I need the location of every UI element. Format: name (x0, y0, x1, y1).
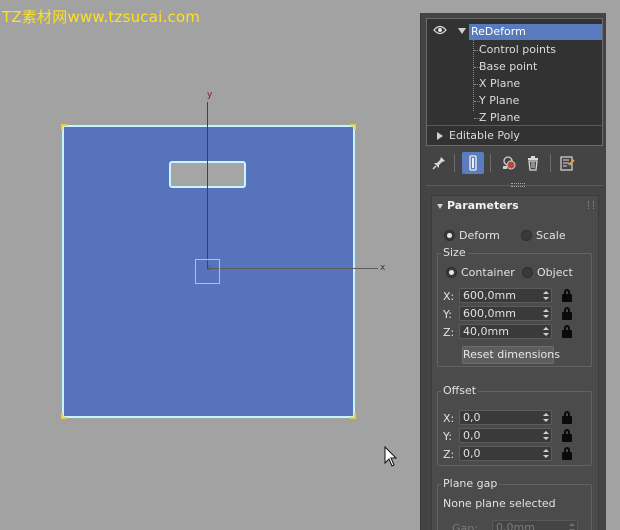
x-axis-label: x (380, 263, 386, 273)
scale-radio[interactable] (521, 230, 532, 241)
object-radio[interactable] (522, 267, 533, 278)
remove-modifier-icon[interactable] (522, 152, 544, 174)
z-axis-label: z (207, 263, 212, 272)
lock-icon[interactable] (562, 411, 572, 424)
gizmo-x-axis[interactable] (208, 268, 378, 269)
lock-icon[interactable] (562, 429, 572, 442)
size-x-label: X: (443, 290, 455, 303)
size-z-label: Z: (443, 326, 455, 339)
y-axis-label: y (207, 90, 213, 100)
offset-y-value: 0,0 (463, 429, 481, 442)
command-panel-modify: ReDeform Control points Base point X Pla… (420, 13, 606, 530)
spinner-arrows-icon[interactable] (543, 309, 549, 319)
stack-divider (427, 125, 602, 126)
size-z-value: 40,0mm (463, 325, 509, 338)
rollout-collapse-icon[interactable] (437, 204, 443, 209)
sub-object-control-points[interactable]: Control points (479, 42, 556, 58)
lock-icon[interactable] (562, 325, 572, 338)
gap-spinner[interactable]: 0,0mm (492, 520, 578, 530)
watermark-text: TZ素材网www.tzsucai.com (2, 8, 201, 26)
stack-toolbar (426, 151, 603, 177)
plane-gap-status: None plane selected (443, 497, 556, 510)
spinner-arrows-icon[interactable] (543, 327, 549, 337)
stack-item-redeform[interactable]: ReDeform (469, 24, 602, 40)
splitter-grip-icon[interactable] (511, 183, 525, 187)
bbox-corner (61, 124, 67, 130)
bbox-corner (350, 124, 356, 130)
eye-visibility-icon[interactable] (433, 25, 447, 35)
make-unique-icon[interactable] (498, 152, 520, 174)
offset-x-value: 0,0 (463, 411, 481, 424)
rollout-grip-icon[interactable] (588, 201, 594, 209)
mouse-cursor-icon (384, 446, 398, 467)
size-group: Size Container Object X: 600,0mm Y: 600,… (437, 246, 592, 367)
tree-guide-line (473, 33, 474, 111)
offset-z-spinner[interactable]: 0,0 (459, 446, 552, 461)
offset-x-label: X: (443, 412, 455, 425)
sub-object-z-plane[interactable]: Z Plane (479, 110, 520, 126)
size-group-title: Size (441, 246, 468, 259)
offset-z-value: 0,0 (463, 447, 481, 460)
spinner-arrows-icon[interactable] (543, 291, 549, 301)
offset-x-spinner[interactable]: 0,0 (459, 410, 552, 425)
parameters-rollout-header[interactable]: Parameters (432, 196, 598, 216)
pin-stack-icon[interactable] (428, 152, 450, 174)
size-x-value: 600,0mm (463, 289, 516, 302)
deform-radio[interactable] (444, 230, 455, 241)
spinner-arrows-icon[interactable] (543, 449, 549, 459)
lock-icon[interactable] (562, 447, 572, 460)
collapse-arrow-icon[interactable] (458, 28, 466, 34)
stack-item-editable-poly[interactable]: Editable Poly (449, 128, 520, 144)
offset-y-label: Y: (443, 430, 452, 443)
object-label: Object (537, 266, 573, 279)
size-z-spinner[interactable]: 40,0mm (459, 324, 552, 339)
size-y-spinner[interactable]: 600,0mm (459, 306, 552, 321)
lock-icon[interactable] (562, 289, 572, 302)
size-y-value: 600,0mm (463, 307, 516, 320)
sub-object-y-plane[interactable]: Y Plane (479, 93, 519, 109)
sub-object-base-point[interactable]: Base point (479, 59, 537, 75)
toolbar-separator (454, 154, 455, 172)
deform-label: Deform (459, 229, 500, 242)
spinner-arrows-icon[interactable] (543, 413, 549, 423)
parameters-rollout: Parameters Deform Scale Size Container O… (431, 195, 599, 530)
spinner-arrows-icon[interactable] (543, 431, 549, 441)
sub-object-x-plane[interactable]: X Plane (479, 76, 520, 92)
container-radio[interactable] (446, 267, 457, 278)
bbox-corner (61, 413, 67, 419)
gap-value: 0,0mm (496, 521, 535, 530)
expand-arrow-icon[interactable] (437, 132, 443, 140)
modifier-stack[interactable]: ReDeform Control points Base point X Pla… (426, 18, 603, 146)
show-end-result-icon[interactable] (462, 152, 484, 174)
lock-icon[interactable] (562, 307, 572, 320)
spinner-arrows-icon[interactable] (569, 523, 575, 530)
bbox-corner (350, 413, 356, 419)
toolbar-separator (490, 154, 491, 172)
plane-gap-group: Plane gap None plane selected Gap: 0,0mm (437, 477, 592, 530)
viewport[interactable]: TZ素材网www.tzsucai.com y x z (0, 0, 420, 530)
offset-group: Offset X: 0,0 Y: 0,0 Z: 0,0 (437, 384, 592, 466)
reset-dimensions-button[interactable]: Reset dimensions (462, 346, 560, 364)
gap-label: Gap: (452, 522, 478, 530)
parameters-title: Parameters (447, 199, 519, 212)
size-x-spinner[interactable]: 600,0mm (459, 288, 552, 303)
offset-y-spinner[interactable]: 0,0 (459, 428, 552, 443)
offset-group-title: Offset (441, 384, 479, 397)
plane-gap-group-title: Plane gap (441, 477, 500, 490)
gizmo-y-axis[interactable] (207, 102, 208, 269)
toolbar-separator (550, 154, 551, 172)
configure-modifier-sets-icon[interactable] (556, 152, 578, 174)
scale-label: Scale (536, 229, 566, 242)
size-y-label: Y: (443, 308, 452, 321)
container-label: Container (461, 266, 515, 279)
offset-z-label: Z: (443, 448, 455, 461)
